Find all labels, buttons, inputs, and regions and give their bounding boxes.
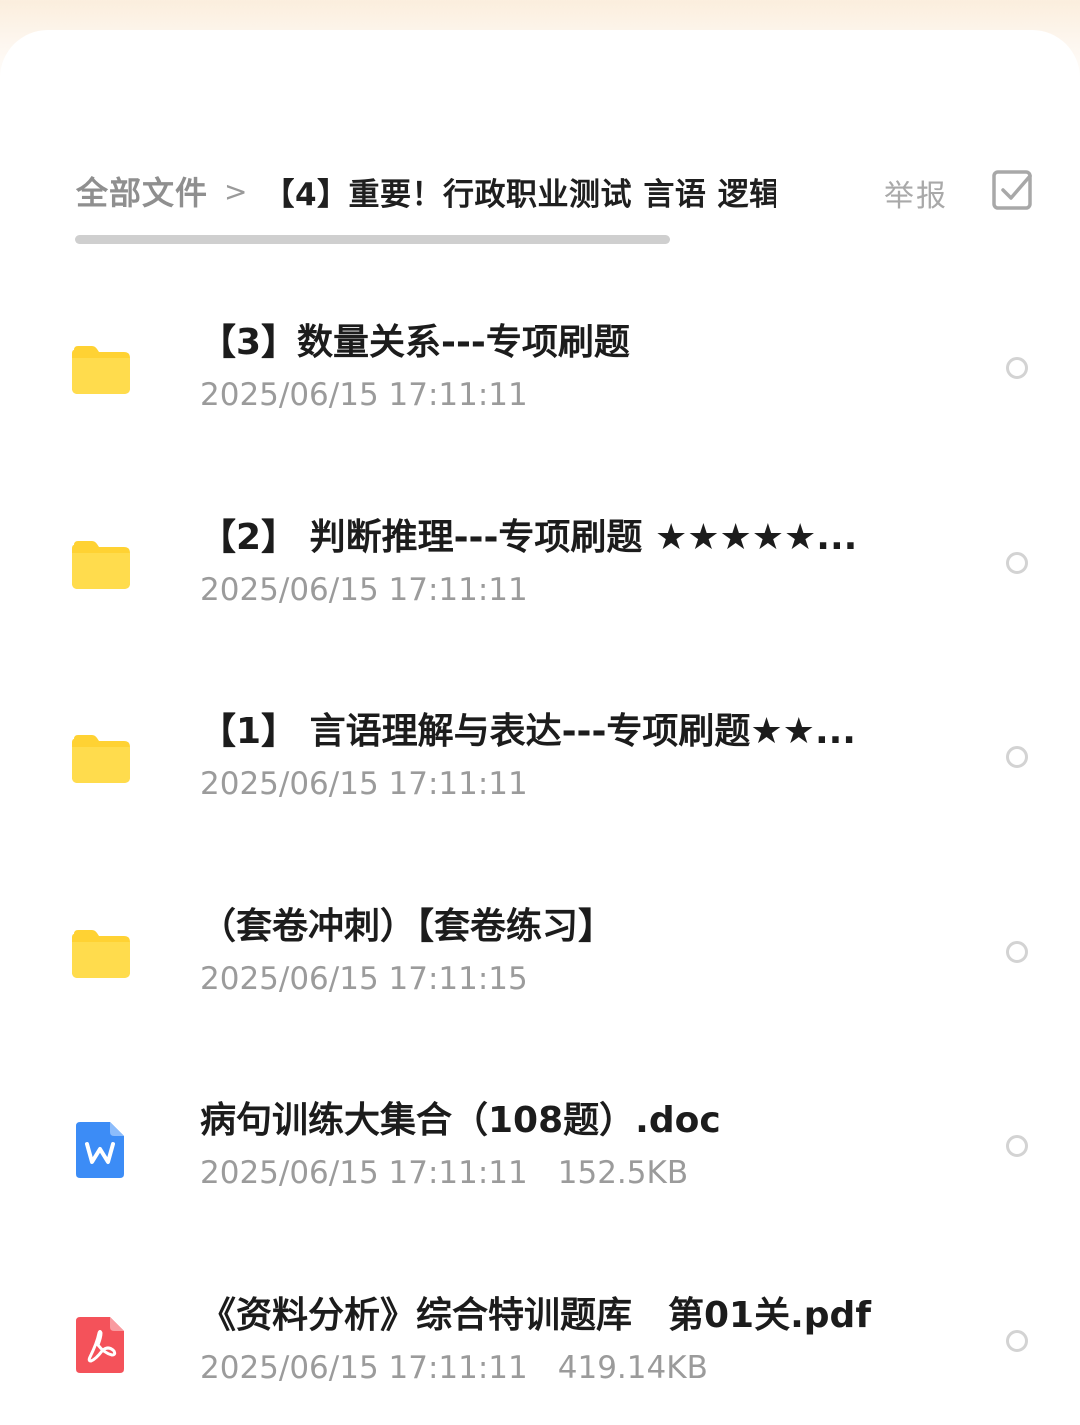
file-name: 【3】数量关系---专项刷题 (200, 322, 630, 363)
modified-time: 2025/06/15 17:11:11 (200, 766, 528, 802)
list-item-text: 【3】数量关系---专项刷题 2025/06/15 17:11:11 (200, 319, 940, 415)
file-name: 《资料分析》综合特训题库 第01关.pdf (200, 1294, 871, 1336)
breadcrumb: 全部文件 > 【4】重要！行政职业测试 言语 逻辑 (76, 166, 776, 216)
folder-icon (72, 735, 130, 783)
file-size: 419.14KB (557, 1349, 708, 1386)
list-item[interactable]: 【2】 判断推理---专项刷题 ★★★★★... 2025/06/15 17:1… (0, 468, 1080, 663)
modified-time: 2025/06/15 17:11:11 (200, 1349, 528, 1386)
pdf-icon (76, 1316, 124, 1373)
select-radio[interactable] (1006, 551, 1028, 574)
file-list: 【3】数量关系---专项刷题 2025/06/15 17:11:11 【2】 判… (0, 273, 1080, 1425)
select-radio[interactable] (1006, 746, 1028, 768)
file-name: （套卷冲刺）【套卷练习】 (200, 905, 615, 947)
list-item-text: 【1】 言语理解与表达---专项刷题★★... 2025/06/15 17:11… (200, 708, 940, 804)
list-item[interactable]: 【1】 言语理解与表达---专项刷题★★... 2025/06/15 17:11… (0, 662, 1080, 857)
folder-icon (72, 540, 130, 589)
breadcrumb-root-link[interactable]: 全部文件 (76, 168, 208, 214)
file-meta: 2025/06/15 17:11:11 (200, 375, 940, 415)
list-item[interactable]: 《资料分析》综合特训题库 第01关.pdf 2025/06/15 17:11:1… (0, 1246, 1080, 1425)
file-size: 152.5KB (557, 1155, 689, 1191)
list-item-text: 【2】 判断推理---专项刷题 ★★★★★... 2025/06/15 17:1… (200, 514, 940, 610)
file-name: 病句训练大集合（108题）.doc (200, 1100, 721, 1141)
report-button[interactable]: 举报 (884, 171, 948, 215)
word-doc-icon (76, 1122, 124, 1178)
modified-time: 2025/06/15 17:11:11 (200, 1155, 528, 1191)
file-meta: 2025/06/15 17:11:11 152.5KB (200, 1153, 940, 1193)
select-radio[interactable] (1006, 357, 1028, 379)
select-radio[interactable] (1006, 1135, 1028, 1157)
breadcrumb-current-folder: 【4】重要！行政职业测试 言语 逻辑 (263, 176, 776, 213)
file-browser-sheet: 全部文件 > 【4】重要！行政职业测试 言语 逻辑 举报 【3】数量关系---专… (0, 30, 1080, 1425)
breadcrumb-scrollbar[interactable] (75, 235, 670, 244)
modified-time: 2025/06/15 17:11:15 (200, 960, 528, 997)
checkbox-square-icon[interactable] (990, 168, 1036, 214)
select-radio[interactable] (1006, 940, 1028, 963)
file-name: 【2】 判断推理---专项刷题 ★★★★★... (200, 516, 858, 558)
file-name: 【1】 言语理解与表达---专项刷题★★... (200, 711, 856, 752)
file-meta: 2025/06/15 17:11:11 (200, 570, 940, 610)
modified-time: 2025/06/15 17:11:11 (200, 571, 528, 608)
list-item-text: （套卷冲刺）【套卷练习】 2025/06/15 17:11:15 (200, 903, 940, 999)
folder-icon (72, 346, 130, 394)
file-meta: 2025/06/15 17:11:15 (200, 959, 940, 999)
file-meta: 2025/06/15 17:11:11 419.14KB (200, 1348, 940, 1388)
breadcrumb-separator: > (224, 174, 248, 208)
list-item[interactable]: 【3】数量关系---专项刷题 2025/06/15 17:11:11 (0, 273, 1080, 468)
list-item[interactable]: 病句训练大集合（108题）.doc 2025/06/15 17:11:11 152… (0, 1051, 1080, 1246)
modified-time: 2025/06/15 17:11:11 (200, 377, 528, 413)
header-bar: 全部文件 > 【4】重要！行政职业测试 言语 逻辑 举报 (0, 140, 1080, 250)
select-radio[interactable] (1006, 1329, 1028, 1352)
file-meta: 2025/06/15 17:11:11 (200, 764, 940, 804)
list-item-text: 《资料分析》综合特训题库 第01关.pdf 2025/06/15 17:11:1… (200, 1292, 940, 1388)
list-item-text: 病句训练大集合（108题）.doc 2025/06/15 17:11:11 152… (200, 1097, 940, 1193)
folder-icon (72, 929, 130, 978)
list-item[interactable]: （套卷冲刺）【套卷练习】 2025/06/15 17:11:15 (0, 857, 1080, 1052)
